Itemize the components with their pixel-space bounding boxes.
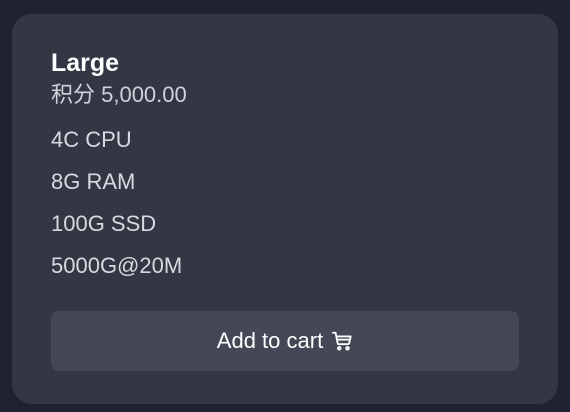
spec-item-storage: 100G SSD: [51, 211, 157, 236]
product-card: Large 积分 5,000.00 4C CPU 8G RAM 100G SSD…: [12, 14, 558, 404]
product-price: 积分 5,000.00: [51, 82, 187, 107]
spec-list: 4C CPU 8G RAM 100G SSD 5000G@20M: [51, 127, 519, 295]
spec-item-bandwidth: 5000G@20M: [51, 253, 183, 278]
shopping-cart-icon: [331, 330, 353, 352]
spec-item-ram: 8G RAM: [51, 169, 136, 194]
add-to-cart-button[interactable]: Add to cart: [51, 311, 519, 371]
product-title: Large: [51, 49, 120, 77]
add-to-cart-label: Add to cart: [216, 328, 324, 353]
spec-item-cpu: 4C CPU: [51, 127, 132, 152]
